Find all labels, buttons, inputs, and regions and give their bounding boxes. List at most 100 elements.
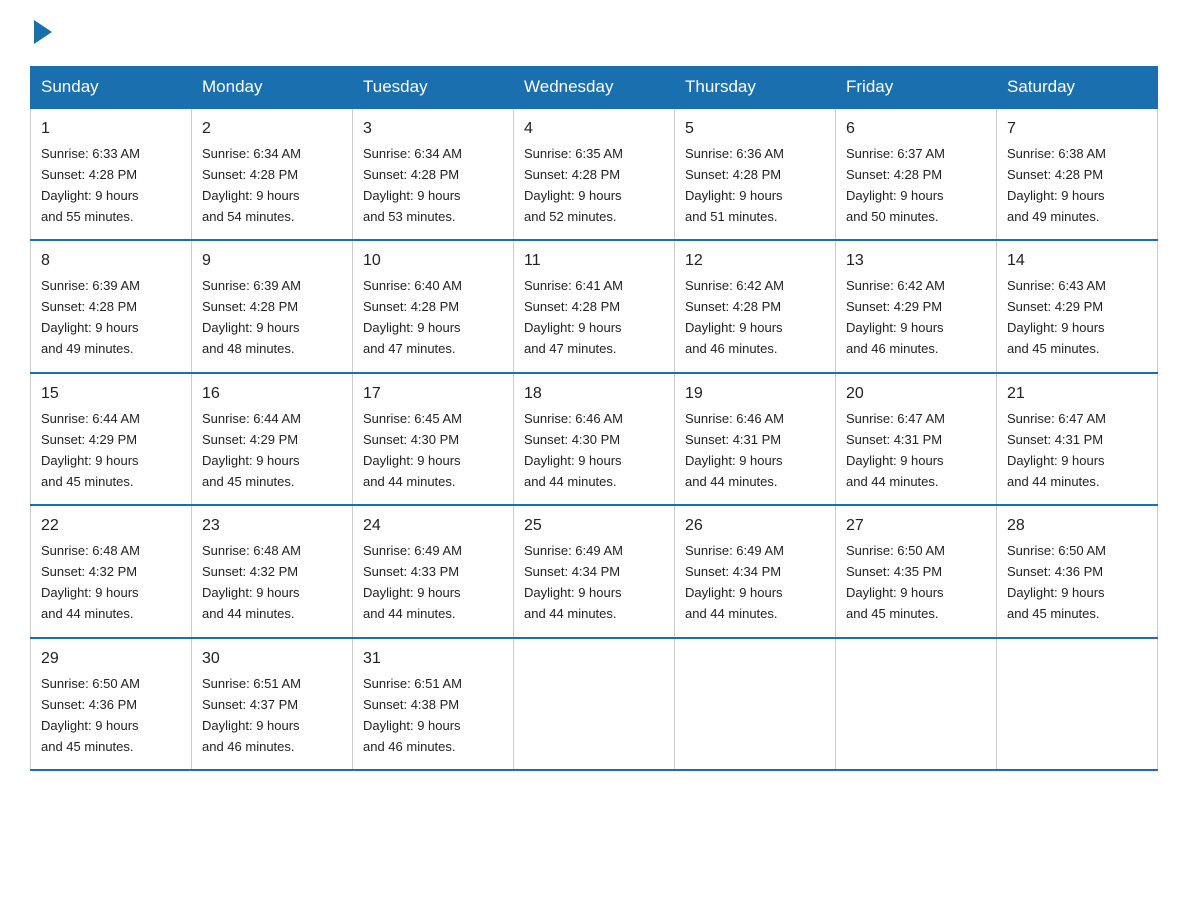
calendar-cell: 18 Sunrise: 6:46 AMSunset: 4:30 PMDayligh… (514, 373, 675, 505)
day-info: Sunrise: 6:39 AMSunset: 4:28 PMDaylight:… (202, 278, 301, 356)
week-row-1: 1Sunrise: 6:33 AMSunset: 4:28 PMDaylight… (31, 108, 1158, 240)
calendar-cell: 28 Sunrise: 6:50 AMSunset: 4:36 PMDayligh… (997, 505, 1158, 637)
day-number: 22 (41, 514, 181, 539)
day-number: 20 (846, 382, 986, 407)
day-number: 2 (202, 117, 342, 142)
day-number: 14 (1007, 249, 1147, 274)
calendar-cell: 11 Sunrise: 6:41 AMSunset: 4:28 PMDayligh… (514, 240, 675, 372)
day-info: Sunrise: 6:51 AMSunset: 4:38 PMDaylight:… (363, 676, 462, 754)
day-number: 9 (202, 249, 342, 274)
calendar-table: SundayMondayTuesdayWednesdayThursdayFrid… (30, 66, 1158, 771)
day-info: Sunrise: 6:38 AMSunset: 4:28 PMDaylight:… (1007, 146, 1106, 224)
calendar-cell: 26 Sunrise: 6:49 AMSunset: 4:34 PMDayligh… (675, 505, 836, 637)
day-info: Sunrise: 6:46 AMSunset: 4:31 PMDaylight:… (685, 411, 784, 489)
day-header-monday: Monday (192, 67, 353, 109)
day-number: 5 (685, 117, 825, 142)
calendar-cell: 16 Sunrise: 6:44 AMSunset: 4:29 PMDayligh… (192, 373, 353, 505)
calendar-cell: 31 Sunrise: 6:51 AMSunset: 4:38 PMDayligh… (353, 638, 514, 770)
calendar-cell: 27 Sunrise: 6:50 AMSunset: 4:35 PMDayligh… (836, 505, 997, 637)
day-number: 8 (41, 249, 181, 274)
day-info: Sunrise: 6:35 AMSunset: 4:28 PMDaylight:… (524, 146, 623, 224)
day-info: Sunrise: 6:47 AMSunset: 4:31 PMDaylight:… (846, 411, 945, 489)
day-info: Sunrise: 6:39 AMSunset: 4:28 PMDaylight:… (41, 278, 140, 356)
day-number: 21 (1007, 382, 1147, 407)
day-number: 12 (685, 249, 825, 274)
calendar-cell: 7 Sunrise: 6:38 AMSunset: 4:28 PMDaylight… (997, 108, 1158, 240)
day-number: 16 (202, 382, 342, 407)
calendar-cell: 17Sunrise: 6:45 AMSunset: 4:30 PMDayligh… (353, 373, 514, 505)
calendar-cell: 21 Sunrise: 6:47 AMSunset: 4:31 PMDayligh… (997, 373, 1158, 505)
day-info: Sunrise: 6:50 AMSunset: 4:35 PMDaylight:… (846, 543, 945, 621)
day-number: 6 (846, 117, 986, 142)
day-number: 10 (363, 249, 503, 274)
logo-blue (30, 20, 52, 46)
day-info: Sunrise: 6:34 AMSunset: 4:28 PMDaylight:… (363, 146, 462, 224)
day-header-wednesday: Wednesday (514, 67, 675, 109)
day-info: Sunrise: 6:46 AMSunset: 4:30 PMDaylight:… (524, 411, 623, 489)
day-number: 23 (202, 514, 342, 539)
day-number: 1 (41, 117, 181, 142)
calendar-cell: 10 Sunrise: 6:40 AMSunset: 4:28 PMDayligh… (353, 240, 514, 372)
calendar-cell (836, 638, 997, 770)
day-number: 18 (524, 382, 664, 407)
day-header-friday: Friday (836, 67, 997, 109)
day-info: Sunrise: 6:41 AMSunset: 4:28 PMDaylight:… (524, 278, 623, 356)
day-number: 19 (685, 382, 825, 407)
calendar-cell: 19 Sunrise: 6:46 AMSunset: 4:31 PMDayligh… (675, 373, 836, 505)
week-row-2: 8 Sunrise: 6:39 AMSunset: 4:28 PMDaylight… (31, 240, 1158, 372)
day-number: 26 (685, 514, 825, 539)
day-info: Sunrise: 6:44 AMSunset: 4:29 PMDaylight:… (202, 411, 301, 489)
calendar-cell: 12 Sunrise: 6:42 AMSunset: 4:28 PMDayligh… (675, 240, 836, 372)
day-info: Sunrise: 6:34 AMSunset: 4:28 PMDaylight:… (202, 146, 301, 224)
calendar-cell (514, 638, 675, 770)
calendar-cell: 13 Sunrise: 6:42 AMSunset: 4:29 PMDayligh… (836, 240, 997, 372)
day-header-thursday: Thursday (675, 67, 836, 109)
day-number: 13 (846, 249, 986, 274)
days-of-week-row: SundayMondayTuesdayWednesdayThursdayFrid… (31, 67, 1158, 109)
day-info: Sunrise: 6:44 AMSunset: 4:29 PMDaylight:… (41, 411, 140, 489)
day-info: Sunrise: 6:37 AMSunset: 4:28 PMDaylight:… (846, 146, 945, 224)
day-info: Sunrise: 6:49 AMSunset: 4:34 PMDaylight:… (524, 543, 623, 621)
day-number: 7 (1007, 117, 1147, 142)
calendar-cell: 1Sunrise: 6:33 AMSunset: 4:28 PMDaylight… (31, 108, 192, 240)
day-info: Sunrise: 6:42 AMSunset: 4:28 PMDaylight:… (685, 278, 784, 356)
week-row-4: 22 Sunrise: 6:48 AMSunset: 4:32 PMDayligh… (31, 505, 1158, 637)
day-number: 31 (363, 647, 503, 672)
calendar-cell: 9 Sunrise: 6:39 AMSunset: 4:28 PMDaylight… (192, 240, 353, 372)
day-number: 30 (202, 647, 342, 672)
page-header (30, 20, 1158, 46)
calendar-cell (997, 638, 1158, 770)
day-number: 28 (1007, 514, 1147, 539)
day-info: Sunrise: 6:42 AMSunset: 4:29 PMDaylight:… (846, 278, 945, 356)
day-info: Sunrise: 6:36 AMSunset: 4:28 PMDaylight:… (685, 146, 784, 224)
day-number: 29 (41, 647, 181, 672)
day-number: 15 (41, 382, 181, 407)
day-info: Sunrise: 6:48 AMSunset: 4:32 PMDaylight:… (202, 543, 301, 621)
day-number: 4 (524, 117, 664, 142)
week-row-5: 29Sunrise: 6:50 AMSunset: 4:36 PMDayligh… (31, 638, 1158, 770)
day-info: Sunrise: 6:48 AMSunset: 4:32 PMDaylight:… (41, 543, 140, 621)
calendar-cell (675, 638, 836, 770)
day-info: Sunrise: 6:47 AMSunset: 4:31 PMDaylight:… (1007, 411, 1106, 489)
week-row-3: 15 Sunrise: 6:44 AMSunset: 4:29 PMDayligh… (31, 373, 1158, 505)
day-info: Sunrise: 6:49 AMSunset: 4:34 PMDaylight:… (685, 543, 784, 621)
calendar-cell: 25Sunrise: 6:49 AMSunset: 4:34 PMDayligh… (514, 505, 675, 637)
calendar-cell: 5 Sunrise: 6:36 AMSunset: 4:28 PMDaylight… (675, 108, 836, 240)
calendar-cell: 30 Sunrise: 6:51 AMSunset: 4:37 PMDayligh… (192, 638, 353, 770)
day-info: Sunrise: 6:45 AMSunset: 4:30 PMDaylight:… (363, 411, 462, 489)
calendar-cell: 15 Sunrise: 6:44 AMSunset: 4:29 PMDayligh… (31, 373, 192, 505)
day-info: Sunrise: 6:40 AMSunset: 4:28 PMDaylight:… (363, 278, 462, 356)
day-header-sunday: Sunday (31, 67, 192, 109)
day-info: Sunrise: 6:51 AMSunset: 4:37 PMDaylight:… (202, 676, 301, 754)
logo-triangle-icon (34, 20, 52, 44)
calendar-cell: 24Sunrise: 6:49 AMSunset: 4:33 PMDayligh… (353, 505, 514, 637)
day-number: 27 (846, 514, 986, 539)
calendar-cell: 2 Sunrise: 6:34 AMSunset: 4:28 PMDaylight… (192, 108, 353, 240)
day-number: 11 (524, 249, 664, 274)
calendar-cell: 29Sunrise: 6:50 AMSunset: 4:36 PMDayligh… (31, 638, 192, 770)
day-info: Sunrise: 6:49 AMSunset: 4:33 PMDaylight:… (363, 543, 462, 621)
calendar-cell: 3Sunrise: 6:34 AMSunset: 4:28 PMDaylight… (353, 108, 514, 240)
day-header-tuesday: Tuesday (353, 67, 514, 109)
day-info: Sunrise: 6:50 AMSunset: 4:36 PMDaylight:… (1007, 543, 1106, 621)
calendar-cell: 20 Sunrise: 6:47 AMSunset: 4:31 PMDayligh… (836, 373, 997, 505)
